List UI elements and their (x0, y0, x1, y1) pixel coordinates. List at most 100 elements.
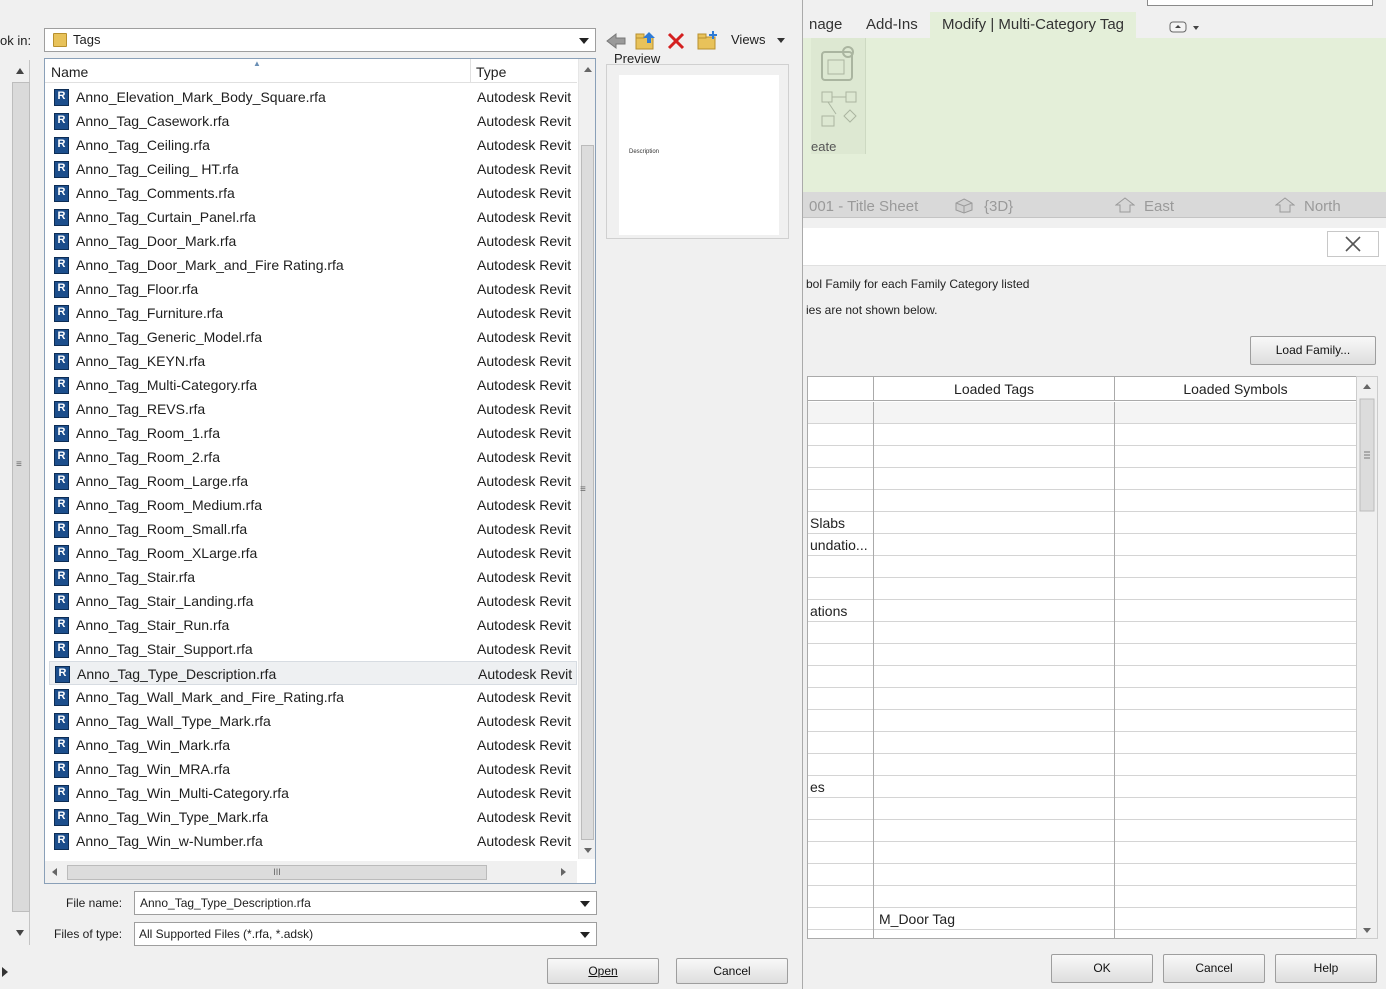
up-folder-icon[interactable] (634, 30, 656, 52)
file-row[interactable]: R Anno_Tag_Furniture.rfa Autodesk Revit (49, 301, 577, 325)
scroll-down-icon[interactable] (584, 848, 592, 853)
table-row[interactable] (808, 732, 1359, 754)
file-row[interactable]: R Anno_Tag_Win_MRA.rfa Autodesk Revit (49, 757, 577, 781)
views-menu[interactable]: Views (731, 32, 765, 47)
loaded-tag-cell[interactable] (874, 600, 1115, 622)
ribbon-tab-modify-multi-category-tag[interactable]: Modify | Multi-Category Tag (930, 12, 1137, 38)
load-family-button[interactable]: Load Family... (1250, 336, 1376, 365)
ribbon-tab-add-ins[interactable]: Add-Ins (866, 16, 918, 33)
ok-button[interactable]: OK (1051, 954, 1153, 983)
file-row[interactable]: R Anno_Tag_Wall_Mark_and_Fire_Rating.rfa A… (49, 685, 577, 709)
file-row[interactable]: R Anno_Tag_Stair_Support.rfa Autodesk Revi… (49, 637, 577, 661)
loaded-tag-cell[interactable] (874, 402, 1115, 424)
loaded-tag-cell[interactable] (874, 512, 1115, 534)
file-row[interactable]: R Anno_Tag_Door_Mark_and_Fire Rating.rfa A… (49, 253, 577, 277)
loaded-tag-cell[interactable] (874, 798, 1115, 820)
table-row[interactable] (808, 578, 1359, 600)
loaded-tag-cell[interactable] (874, 424, 1115, 446)
file-row[interactable]: R Anno_Tag_Ceiling_ HT.rfa Autodesk Revit (49, 157, 577, 181)
table-row[interactable] (808, 842, 1359, 864)
loaded-tag-cell[interactable] (874, 578, 1115, 600)
table-row[interactable] (808, 424, 1359, 446)
loaded-tag-cell[interactable] (874, 556, 1115, 578)
loaded-symbol-cell[interactable] (1115, 732, 1357, 754)
loaded-symbol-cell[interactable] (1115, 776, 1357, 798)
file-name-input[interactable]: Anno_Tag_Type_Description.rfa (134, 891, 597, 915)
view-tab-title-sheet[interactable]: 001 - Title Sheet (809, 198, 918, 215)
table-row[interactable] (808, 468, 1359, 490)
look-in-dropdown[interactable]: Tags (44, 28, 596, 52)
table-row[interactable] (808, 710, 1359, 732)
loaded-tag-cell[interactable] (874, 710, 1115, 732)
file-row[interactable]: R Anno_Tag_Curtain_Panel.rfa Autodesk Revi… (49, 205, 577, 229)
file-row[interactable]: R Anno_Tag_Casework.rfa Autodesk Revit (49, 109, 577, 133)
file-row[interactable]: R Anno_Tag_Win_Multi-Category.rfa Autodesk… (49, 781, 577, 805)
file-row[interactable]: R Anno_Elevation_Mark_Body_Square.rfa Auto… (49, 85, 577, 109)
file-row[interactable]: R Anno_Tag_KEYN.rfa Autodesk Revit (49, 349, 577, 373)
loaded-tag-cell[interactable] (874, 930, 1115, 938)
table-row[interactable]: M_Door Tag (808, 908, 1359, 930)
splitter-grip[interactable]: ≡ (16, 459, 22, 470)
file-row[interactable]: R Anno_Tag_Stair_Run.rfa Autodesk Revit (49, 613, 577, 637)
table-row[interactable] (808, 930, 1359, 938)
loaded-tag-cell[interactable] (874, 490, 1115, 512)
table-row[interactable] (808, 622, 1359, 644)
column-divider[interactable] (470, 59, 471, 83)
loaded-symbol-cell[interactable] (1115, 600, 1357, 622)
file-row[interactable]: R Anno_Tag_Type_Description.rfa Autodesk R… (49, 661, 577, 685)
loaded-symbol-cell[interactable] (1115, 710, 1357, 732)
file-row[interactable]: R Anno_Tag_Room_Medium.rfa Autodesk Revit (49, 493, 577, 517)
loaded-symbol-cell[interactable] (1115, 622, 1357, 644)
loaded-symbol-cell[interactable] (1115, 402, 1357, 424)
type-column-header[interactable]: Type (476, 64, 506, 80)
loaded-tags-column-header[interactable]: Loaded Tags (874, 377, 1115, 401)
scroll-down-icon[interactable] (16, 930, 24, 936)
quick-access-dropdown-icon[interactable] (1169, 20, 1199, 34)
cancel-button[interactable]: Cancel (676, 958, 788, 984)
loaded-symbol-cell[interactable] (1115, 644, 1357, 666)
name-column-header[interactable]: Name (51, 64, 88, 80)
chevron-down-icon[interactable] (580, 932, 590, 938)
table-row[interactable] (808, 644, 1359, 666)
file-row[interactable]: R Anno_Tag_Win_Mark.rfa Autodesk Revit (49, 733, 577, 757)
file-row[interactable]: R Anno_Tag_Ceiling.rfa Autodesk Revit (49, 133, 577, 157)
loaded-symbol-cell[interactable] (1115, 666, 1357, 688)
file-row[interactable]: R Anno_Tag_Stair.rfa Autodesk Revit (49, 565, 577, 589)
loaded-symbol-cell[interactable] (1115, 512, 1357, 534)
create-tool-icon[interactable] (818, 44, 860, 132)
loaded-symbol-cell[interactable] (1115, 424, 1357, 446)
view-tab-north[interactable]: North (1304, 198, 1341, 215)
table-row[interactable] (808, 688, 1359, 710)
loaded-tag-cell[interactable] (874, 820, 1115, 842)
places-scroll-thumb[interactable] (12, 82, 30, 912)
category-column-header[interactable] (808, 377, 874, 401)
loaded-symbol-cell[interactable] (1115, 468, 1357, 490)
loaded-symbols-column-header[interactable]: Loaded Symbols (1115, 377, 1357, 401)
loaded-symbol-cell[interactable] (1115, 556, 1357, 578)
scroll-right-icon[interactable] (561, 868, 566, 876)
file-row[interactable]: R Anno_Tag_Room_2.rfa Autodesk Revit (49, 445, 577, 469)
loaded-tag-cell[interactable] (874, 864, 1115, 886)
file-list-hscroll[interactable]: III (45, 861, 577, 883)
table-row[interactable]: Slabs (808, 512, 1359, 534)
loaded-tag-cell[interactable] (874, 842, 1115, 864)
new-folder-icon[interactable] (696, 30, 718, 52)
files-of-type-dropdown[interactable]: All Supported Files (*.rfa, *.adsk) (134, 922, 597, 946)
table-row[interactable] (808, 754, 1359, 776)
delete-icon[interactable] (665, 30, 687, 52)
file-row[interactable]: R Anno_Tag_Room_XLarge.rfa Autodesk Revit (49, 541, 577, 565)
file-row[interactable]: R Anno_Tag_Room_Large.rfa Autodesk Revit (49, 469, 577, 493)
loaded-symbol-cell[interactable] (1115, 886, 1357, 908)
scroll-up-icon[interactable] (584, 67, 592, 72)
table-row[interactable] (808, 820, 1359, 842)
view-tab-3d[interactable]: {3D} (984, 198, 1013, 215)
file-row[interactable]: R Anno_Tag_Door_Mark.rfa Autodesk Revit (49, 229, 577, 253)
table-row[interactable] (808, 556, 1359, 578)
splitter-grip[interactable]: ≡ (580, 484, 586, 495)
ribbon-tab-manage[interactable]: nage (809, 16, 842, 33)
loaded-symbol-cell[interactable] (1115, 798, 1357, 820)
file-row[interactable]: R Anno_Tag_Floor.rfa Autodesk Revit (49, 277, 577, 301)
file-row[interactable]: R Anno_Tag_Stair_Landing.rfa Autodesk Revi… (49, 589, 577, 613)
table-row[interactable] (808, 490, 1359, 512)
file-row[interactable]: R Anno_Tag_Comments.rfa Autodesk Revit (49, 181, 577, 205)
